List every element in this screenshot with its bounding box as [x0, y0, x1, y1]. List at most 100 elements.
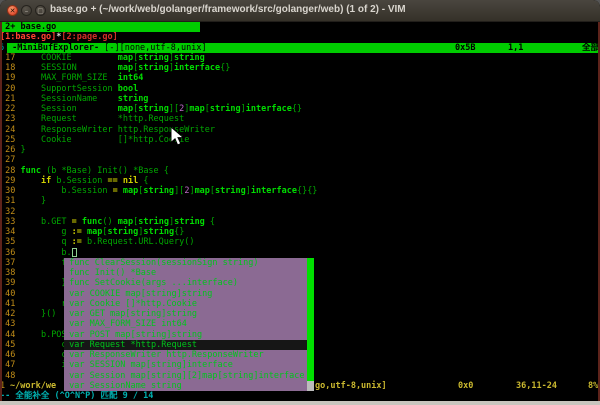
completion-item[interactable]: var Cookie []*http.Cookie — [64, 299, 314, 309]
code-token: SESSION — [20, 63, 117, 73]
terminal-area: 2+ base.go [1:base.go]*[2:page.go]6 -Min… — [0, 22, 600, 401]
code-line: 34 g := map[string]string{} — [0, 227, 600, 237]
line-number: 36 — [0, 248, 20, 258]
line-number: 42 — [0, 309, 20, 319]
minibuf-current-buffer[interactable]: 2+ base.go — [0, 22, 200, 32]
ruler-position: 1,1 — [508, 43, 523, 53]
code-token: } — [20, 278, 66, 288]
code-token: func — [20, 166, 40, 176]
line-number: 40 — [0, 289, 20, 299]
line-number: 20 — [0, 84, 20, 94]
line-number: 37 — [0, 258, 20, 268]
minibuf-statusline-row: 6 -MiniBufExplorer- [-][none,utf-8,unix]… — [0, 43, 600, 53]
code-token: } — [20, 196, 46, 206]
code-line: 26 } — [0, 145, 600, 155]
line-number: 18 — [0, 63, 20, 73]
code-token: interface — [246, 104, 292, 114]
mouse-pointer-icon — [170, 126, 185, 147]
code-line: 21 SessionName string — [0, 94, 600, 104]
completion-item[interactable]: var Session map[string][2]map[string]int… — [64, 371, 314, 381]
code-token: (b *Base) Init() *Base { — [41, 166, 169, 176]
close-button[interactable]: ✕ — [7, 5, 18, 16]
ruler-scroll: 全部 — [582, 43, 599, 53]
line-number: 41 — [0, 299, 20, 309]
statusline-hex: 0x0 — [458, 381, 473, 391]
code-token: map — [118, 104, 133, 114]
code-token: interface — [174, 63, 220, 73]
completion-item[interactable]: var GET map[string]string — [64, 309, 314, 319]
code-token: b.Session — [20, 186, 112, 196]
code-token: q — [20, 237, 71, 247]
completion-item[interactable]: func Init() *Base — [64, 268, 314, 278]
popup-scrollbar[interactable] — [307, 258, 314, 391]
code-token: b.Session — [51, 176, 107, 186]
code-token: }() — [20, 309, 56, 319]
code-line: 35 q := b.Request.URL.Query() — [0, 237, 600, 247]
code-token: bool — [118, 84, 138, 94]
completion-item[interactable]: var POST map[string]string — [64, 330, 314, 340]
code-token: string — [143, 227, 174, 237]
ruler-hex: 0x5B — [455, 43, 475, 53]
code-line: 20 SupportSession bool — [0, 84, 600, 94]
code-token: map — [195, 186, 210, 196]
code-line: 22 Session map[string][2]map[string]inte… — [0, 104, 600, 114]
line-number: 30 — [0, 186, 20, 196]
code-token: r — [20, 299, 66, 309]
code-token: Session — [20, 104, 117, 114]
line-number: 21 — [0, 94, 20, 104]
window-border-left — [0, 22, 2, 405]
line-number: 29 — [0, 176, 20, 186]
buffer-tab-page-go[interactable]: [2:page.go] — [61, 32, 117, 42]
vim-window: ✕ – ▢ base.go + (~/work/web/golanger/fra… — [0, 0, 600, 405]
code-line: 19 MAX_FORM_SIZE int64 — [0, 73, 600, 83]
completion-item[interactable]: var Request *http.Request — [64, 340, 314, 350]
statusline-scroll: 8% — [588, 381, 598, 391]
line-number: 47 — [0, 360, 20, 370]
code-line: 25 Cookie []*http.Cookie — [0, 135, 600, 145]
maximize-button[interactable]: ▢ — [35, 5, 46, 16]
code-token: string — [174, 53, 205, 63]
code-token: int64 — [118, 73, 144, 83]
code-token: f — [20, 258, 66, 268]
code-token: string — [108, 227, 139, 237]
completion-item[interactable]: var COOKIE map[string]string — [64, 289, 314, 299]
minibuf-statusline-name: -MiniBufExplorer- — [7, 43, 104, 53]
code-token: b.POS — [20, 330, 66, 340]
code-token: MAX_FORM_SIZE — [20, 73, 117, 83]
code-token: string — [174, 217, 205, 227]
window-title: base.go + (~/work/web/golanger/framework… — [50, 4, 406, 15]
completion-item[interactable]: var SessionName string — [64, 381, 314, 391]
code-token: := — [72, 227, 82, 237]
code-token: b.Request.URL.Query() — [82, 237, 195, 247]
code-token: Cookie []*http.Cookie — [20, 135, 189, 145]
code-token: () — [102, 217, 117, 227]
completion-item[interactable]: func SetCookie(args ...interface) — [64, 278, 314, 288]
minimize-button[interactable]: – — [21, 5, 32, 16]
code-token: { — [138, 176, 148, 186]
popup-scrollbar-thumb[interactable] — [307, 258, 314, 381]
code-line: 36 b. — [0, 248, 600, 258]
completion-item[interactable]: func ClearSession(sessionSign string) — [64, 258, 314, 268]
code-token: map — [87, 227, 102, 237]
code-token: if — [41, 176, 51, 186]
code-token: map — [118, 53, 133, 63]
code-line: 18 SESSION map[string]interface{} — [0, 63, 600, 73]
completion-item[interactable]: var SESSION map[string]interface — [64, 360, 314, 370]
code-token: ][ — [174, 186, 184, 196]
code-token: ResponseWriter http.ResponseWriter — [20, 125, 214, 135]
line-number: 34 — [0, 227, 20, 237]
statusline-position: 36,11-24 — [516, 381, 557, 391]
completion-item[interactable]: var MAX_FORM_SIZE int64 — [64, 319, 314, 329]
code-line: 24 ResponseWriter http.ResponseWriter — [0, 125, 600, 135]
minibuf-mru-row: 2+ base.go — [0, 22, 600, 32]
code-token: c — [20, 350, 66, 360]
completion-item[interactable]: var ResponseWriter http.ResponseWriter — [64, 350, 314, 360]
line-number: 28 — [0, 166, 20, 176]
titlebar[interactable]: ✕ – ▢ base.go + (~/work/web/golanger/fra… — [0, 0, 600, 22]
line-number: 26 — [0, 145, 20, 155]
code-token: map — [118, 217, 133, 227]
code-token: string — [118, 94, 149, 104]
buffer-tab-base-go[interactable]: [1:base.go] — [0, 32, 56, 42]
code-token: {}{} — [297, 186, 317, 196]
line-number: 45 — [0, 340, 20, 350]
